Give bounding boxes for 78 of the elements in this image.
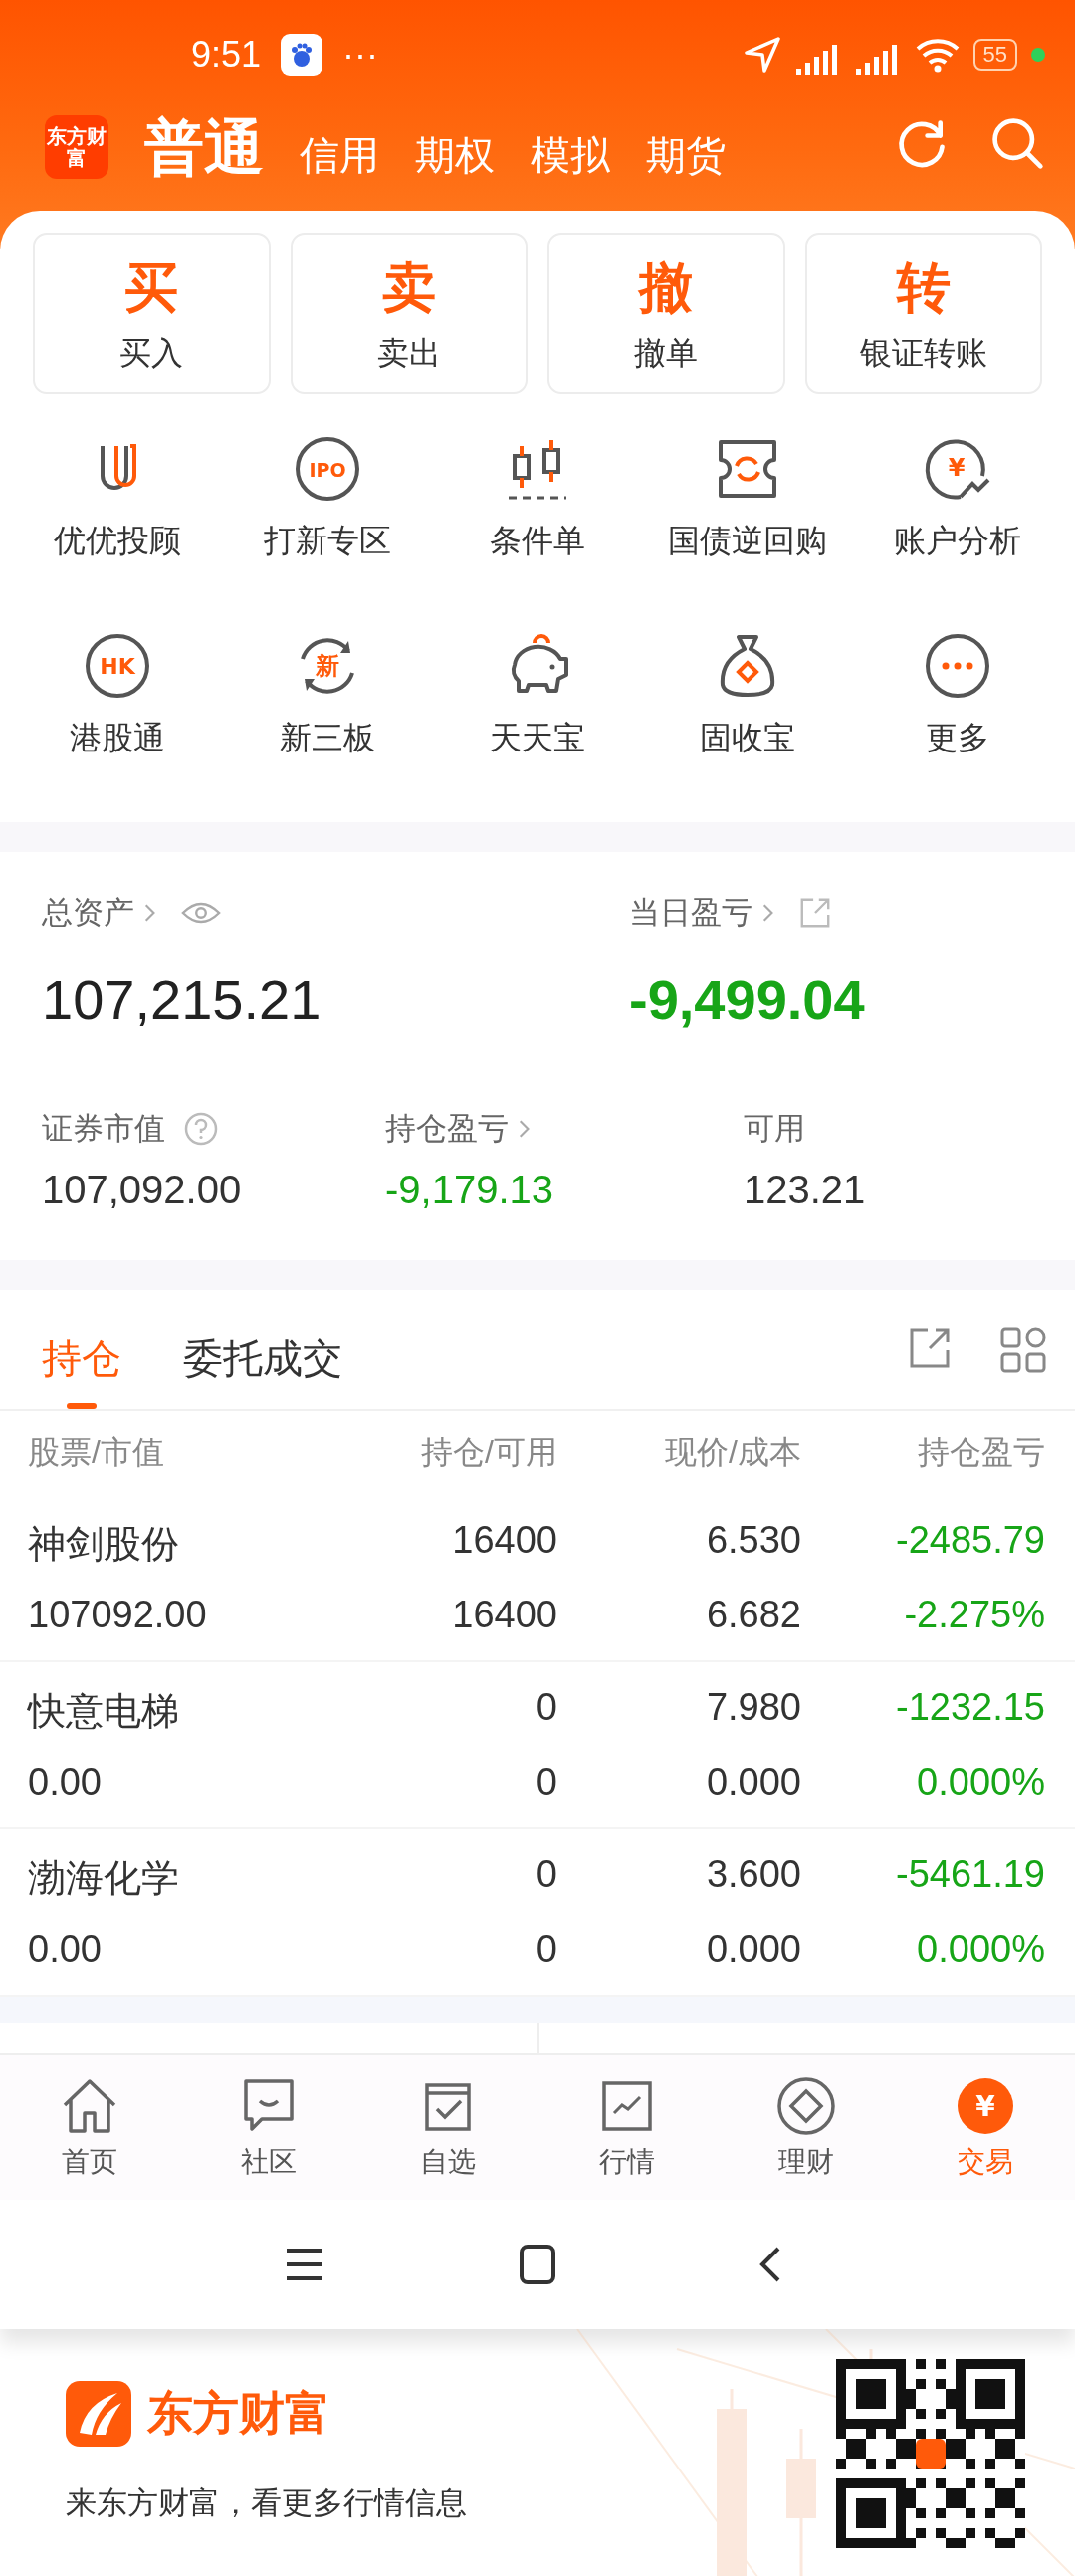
- app-notification-icon: [281, 34, 323, 76]
- daily-pnl-value: -9,499.04: [629, 967, 866, 1032]
- service-shortcut[interactable]: 国债逆回购: [642, 432, 853, 563]
- pnl-percentage: -2.275%: [903, 1594, 1045, 1636]
- share-icon[interactable]: [908, 1326, 952, 1370]
- total-assets-label[interactable]: 总资产: [42, 892, 134, 934]
- battery-indicator: 55: [972, 39, 1017, 71]
- wifi-icon: [915, 37, 960, 73]
- available-quantity: 16400: [451, 1594, 557, 1636]
- search-icon[interactable]: [989, 115, 1045, 171]
- service-shortcut[interactable]: 天天宝: [432, 629, 643, 760]
- cost-price: 6.682: [705, 1594, 801, 1636]
- market-value: 0.00: [28, 1928, 103, 1971]
- stat-label: 可用: [744, 1110, 805, 1148]
- current-price: 7.980: [705, 1686, 801, 1730]
- position-pnl: -1232.15: [895, 1686, 1045, 1730]
- stat-value: -9,179.13: [385, 1168, 555, 1212]
- total-assets-value: 107,215.21: [42, 967, 322, 1032]
- cost-price: 0.000: [705, 1928, 801, 1971]
- stat-value: 107,092.00: [42, 1168, 243, 1212]
- stat-label: 证券市值: [42, 1110, 165, 1148]
- service-shortcut[interactable]: 更多: [852, 629, 1062, 760]
- status-time: 9:51: [191, 34, 262, 76]
- stock-name: 快意电梯: [28, 1689, 180, 1734]
- nav-tab[interactable]: 理财: [717, 2055, 896, 2200]
- share-icon[interactable]: [798, 896, 832, 930]
- pnl-percentage: 0.000%: [916, 1761, 1045, 1804]
- chevron-icon: [762, 902, 774, 924]
- service-shortcut[interactable]: ¥ 账户分析: [852, 432, 1062, 563]
- location-icon: [742, 35, 782, 75]
- service-shortcut[interactable]: 优优投顾: [13, 432, 223, 563]
- grid-layout-icon[interactable]: [999, 1326, 1047, 1374]
- trade-action-button[interactable]: 转 银证转账: [804, 233, 1042, 394]
- nav-tab[interactable]: 行情: [538, 2055, 717, 2200]
- chevron-icon: [519, 1118, 531, 1140]
- stat-value: 123.21: [744, 1168, 867, 1212]
- available-quantity: 0: [535, 1761, 557, 1804]
- stat-label: 持仓盈亏: [385, 1110, 509, 1148]
- help-icon[interactable]: [183, 1111, 219, 1147]
- active-tab-indicator: [67, 1403, 97, 1409]
- more-notifications: ···: [342, 34, 379, 76]
- pnl-percentage: 0.000%: [916, 1928, 1045, 1971]
- daily-pnl-label[interactable]: 当日盈亏: [629, 892, 752, 934]
- nav-tab[interactable]: 自选: [358, 2055, 538, 2200]
- brand-logo-icon: [66, 2381, 131, 2447]
- service-shortcut[interactable]: HK 港股通: [13, 629, 223, 760]
- app-logo: 东方财富: [45, 115, 108, 179]
- stock-name: 神剑股份: [28, 1522, 180, 1567]
- holding-quantity: 16400: [451, 1519, 557, 1563]
- cost-price: 0.000: [705, 1761, 801, 1804]
- current-price: 3.600: [705, 1853, 801, 1897]
- stock-name: 渤海化学: [28, 1856, 180, 1901]
- brand-name: 东方财富: [147, 2386, 330, 2441]
- position-pnl: -2485.79: [895, 1519, 1045, 1563]
- available-quantity: 0: [535, 1928, 557, 1971]
- column-header: 现价/成本: [664, 1433, 801, 1472]
- market-value: 107092.00: [28, 1594, 208, 1636]
- column-header: 持仓盈亏: [917, 1433, 1045, 1472]
- market-value: 0.00: [28, 1761, 103, 1804]
- trade-action-button[interactable]: 撤 撤单: [547, 233, 785, 394]
- slogan: 来东方财富，看更多行情信息: [66, 2484, 467, 2522]
- current-price: 6.530: [705, 1519, 801, 1563]
- holding-quantity: 0: [535, 1853, 557, 1897]
- trade-action-button[interactable]: 买 买入: [33, 233, 271, 394]
- service-shortcut[interactable]: 新 新三板: [222, 629, 433, 760]
- nav-tab[interactable]: 社区: [179, 2055, 358, 2200]
- service-shortcut[interactable]: IPO 打新专区: [222, 432, 433, 563]
- service-shortcut[interactable]: 固收宝: [642, 629, 853, 760]
- position-tab[interactable]: 委托成交: [183, 1321, 342, 1409]
- column-header: 股票/市值: [28, 1433, 165, 1472]
- holding-quantity: 0: [535, 1686, 557, 1730]
- camera-indicator-dot: [1031, 48, 1045, 62]
- nav-tab[interactable]: 首页: [0, 2055, 179, 2200]
- trade-action-button[interactable]: 卖 卖出: [290, 233, 528, 394]
- service-shortcut[interactable]: 条件单: [432, 432, 643, 563]
- chevron-icon: [144, 902, 156, 924]
- column-header: 持仓/可用: [420, 1433, 557, 1472]
- position-pnl: -5461.19: [895, 1853, 1045, 1897]
